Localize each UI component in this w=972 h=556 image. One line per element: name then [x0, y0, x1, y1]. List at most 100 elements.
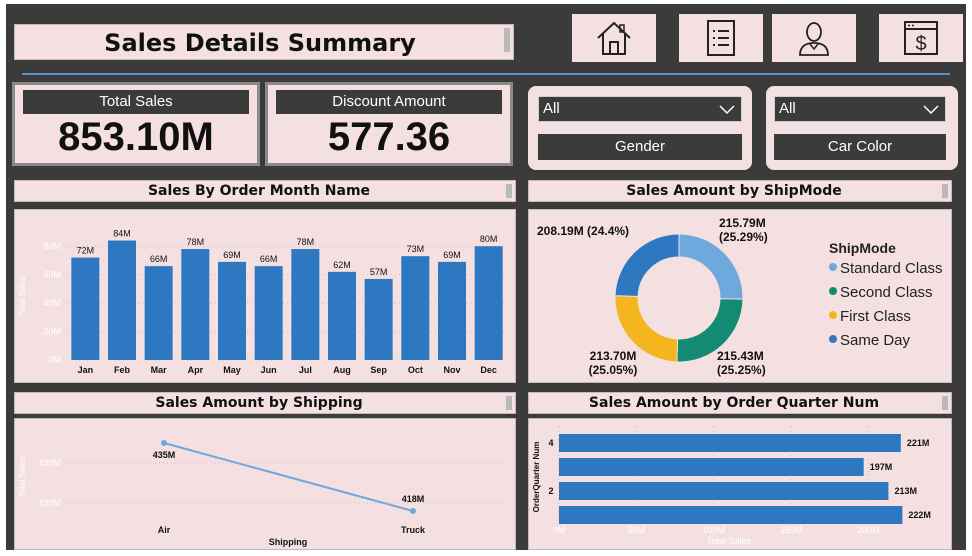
donut-slice	[614, 233, 680, 297]
gender-slicer-label: Gender	[538, 134, 742, 160]
shipping-chart-title: Sales Amount by Shipping	[155, 395, 363, 411]
y-axis-label: Total Sales	[18, 457, 27, 496]
month-chart-panel: 0M 20M 40M 60M 80M Total Sales 72M Jan 84M Feb 66M…	[14, 209, 516, 383]
slice-value-label: 215.43M	[717, 349, 764, 363]
legend-dot	[829, 287, 837, 296]
data-label: 72M	[77, 246, 95, 256]
kpi-discount: Discount Amount 577.36	[265, 82, 513, 166]
user-button[interactable]	[772, 14, 856, 62]
slice-value-label: 215.79M	[719, 216, 766, 230]
kpi-total-sales: Total Sales 853.10M	[12, 82, 260, 166]
x-tick-label: 200M	[857, 525, 880, 535]
chevron-down-icon	[719, 105, 735, 115]
dollar-window-icon: $	[904, 21, 938, 55]
car-color-slicer: All Car Color	[766, 86, 958, 170]
month-chart-header: Sales By Order Month Name	[14, 180, 516, 202]
data-label: 80M	[480, 234, 498, 244]
bar	[71, 257, 100, 360]
car-color-dropdown[interactable]: All	[774, 96, 946, 122]
report-button[interactable]	[679, 14, 763, 62]
shipmode-header-scrollbar[interactable]	[942, 184, 948, 198]
bar	[559, 434, 901, 452]
gender-dropdown-value: All	[543, 100, 560, 117]
y-tick-label: 4	[548, 438, 553, 448]
quarter-chart-panel: 0M 50M 100M 150M 200M Total Sales OrderQuarter…	[528, 418, 952, 550]
y-axis-label: OrderQuarter Num	[532, 442, 541, 513]
data-point	[410, 508, 416, 514]
month-bar-chart: 0M 20M 40M 60M 80M Total Sales 72M Jan 84M Feb 66M…	[18, 229, 507, 375]
title-scrollbar[interactable]	[504, 28, 510, 52]
month-header-scrollbar[interactable]	[506, 184, 512, 198]
shipmode-legend-title: ShipMode	[829, 240, 896, 256]
bar	[401, 256, 430, 360]
shipmode-chart-panel: 215.79M (25.29%) 215.43M (25.25%) 213.70M (25…	[528, 209, 952, 383]
quarter-header-scrollbar[interactable]	[942, 396, 948, 410]
quarter-chart-header: Sales Amount by Order Quarter Num	[528, 392, 952, 414]
y-tick-label: 0M	[48, 355, 61, 365]
kpi-total-sales-label: Total Sales	[23, 90, 249, 114]
data-label: 78M	[297, 237, 315, 247]
y-tick-label: 430M	[38, 458, 61, 468]
kpi-discount-value: 577.36	[327, 115, 451, 159]
bar	[559, 458, 864, 476]
shipping-line-chart: 420M 430M Total Sales 435M Air 418M Truck Shipp…	[18, 440, 507, 547]
data-label: 69M	[443, 250, 461, 260]
sales-button[interactable]: $	[879, 14, 963, 62]
quarter-chart-title: Sales Amount by Order Quarter Num	[588, 395, 880, 411]
data-label: 57M	[370, 267, 388, 277]
x-tick-label: Jun	[261, 365, 277, 375]
shipping-chart-panel: 420M 430M Total Sales 435M Air 418M Truck Shipp…	[14, 418, 516, 550]
home-button[interactable]	[572, 14, 656, 62]
x-tick-label: Sep	[370, 365, 387, 375]
data-point	[161, 440, 167, 446]
x-tick-label: Jan	[78, 365, 94, 375]
legend-item[interactable]: Same Day	[829, 332, 910, 349]
x-tick-label: Jul	[299, 365, 312, 375]
car-color-dropdown-value: All	[779, 100, 796, 117]
svg-text:$: $	[915, 33, 926, 55]
y-tick-label: 40M	[43, 298, 61, 308]
data-label: 73M	[407, 244, 425, 254]
shipping-header-scrollbar[interactable]	[506, 396, 512, 410]
x-tick-label: 0M	[553, 525, 566, 535]
legend-item[interactable]: Standard Class	[829, 260, 943, 277]
data-label: 69M	[223, 250, 241, 260]
x-axis-label: Shipping	[269, 537, 308, 547]
x-tick-label: 150M	[780, 525, 803, 535]
data-label: 221M	[907, 438, 930, 448]
y-tick-label: 2	[548, 486, 553, 496]
data-label: 66M	[150, 254, 168, 264]
page-title: Sales Details Summary	[104, 29, 416, 57]
legend-item[interactable]: First Class	[829, 308, 911, 325]
bar	[328, 271, 356, 360]
x-tick-label: Feb	[114, 365, 131, 375]
x-tick-label: Apr	[188, 365, 204, 375]
legend-item[interactable]: Second Class	[829, 284, 933, 301]
car-color-slicer-label: Car Color	[774, 134, 946, 160]
x-tick-label: Truck	[401, 525, 426, 535]
slice-percent-label: (25.05%)	[589, 363, 638, 377]
dashboard-canvas: Sales Details Summary $ Total Sales 853.…	[6, 4, 966, 550]
y-tick-label: 420M	[38, 498, 61, 508]
gender-dropdown[interactable]: All	[538, 96, 742, 122]
month-chart-title: Sales By Order Month Name	[147, 183, 371, 199]
legend-dot	[829, 335, 837, 344]
x-tick-label: Oct	[408, 365, 423, 375]
y-axis-label: Total Sales	[18, 276, 27, 315]
kpi-total-sales-value: 853.10M	[58, 115, 214, 159]
x-axis-label: Total Sales	[707, 536, 752, 546]
series-line	[163, 442, 414, 512]
legend-dot	[829, 311, 837, 320]
y-tick-label: 60M	[43, 270, 61, 280]
x-tick-label: Air	[158, 525, 171, 535]
gender-slicer: All Gender	[528, 86, 752, 170]
legend-label: Second Class	[840, 284, 933, 301]
x-tick-label: May	[223, 365, 241, 375]
chevron-down-icon	[923, 105, 939, 115]
data-label: 62M	[333, 260, 351, 270]
legend-label: Same Day	[840, 332, 911, 349]
bar	[181, 249, 210, 360]
shipmode-chart-header: Sales Amount by ShipMode	[528, 180, 952, 202]
bar	[144, 266, 173, 360]
x-tick-label: Mar	[151, 365, 168, 375]
